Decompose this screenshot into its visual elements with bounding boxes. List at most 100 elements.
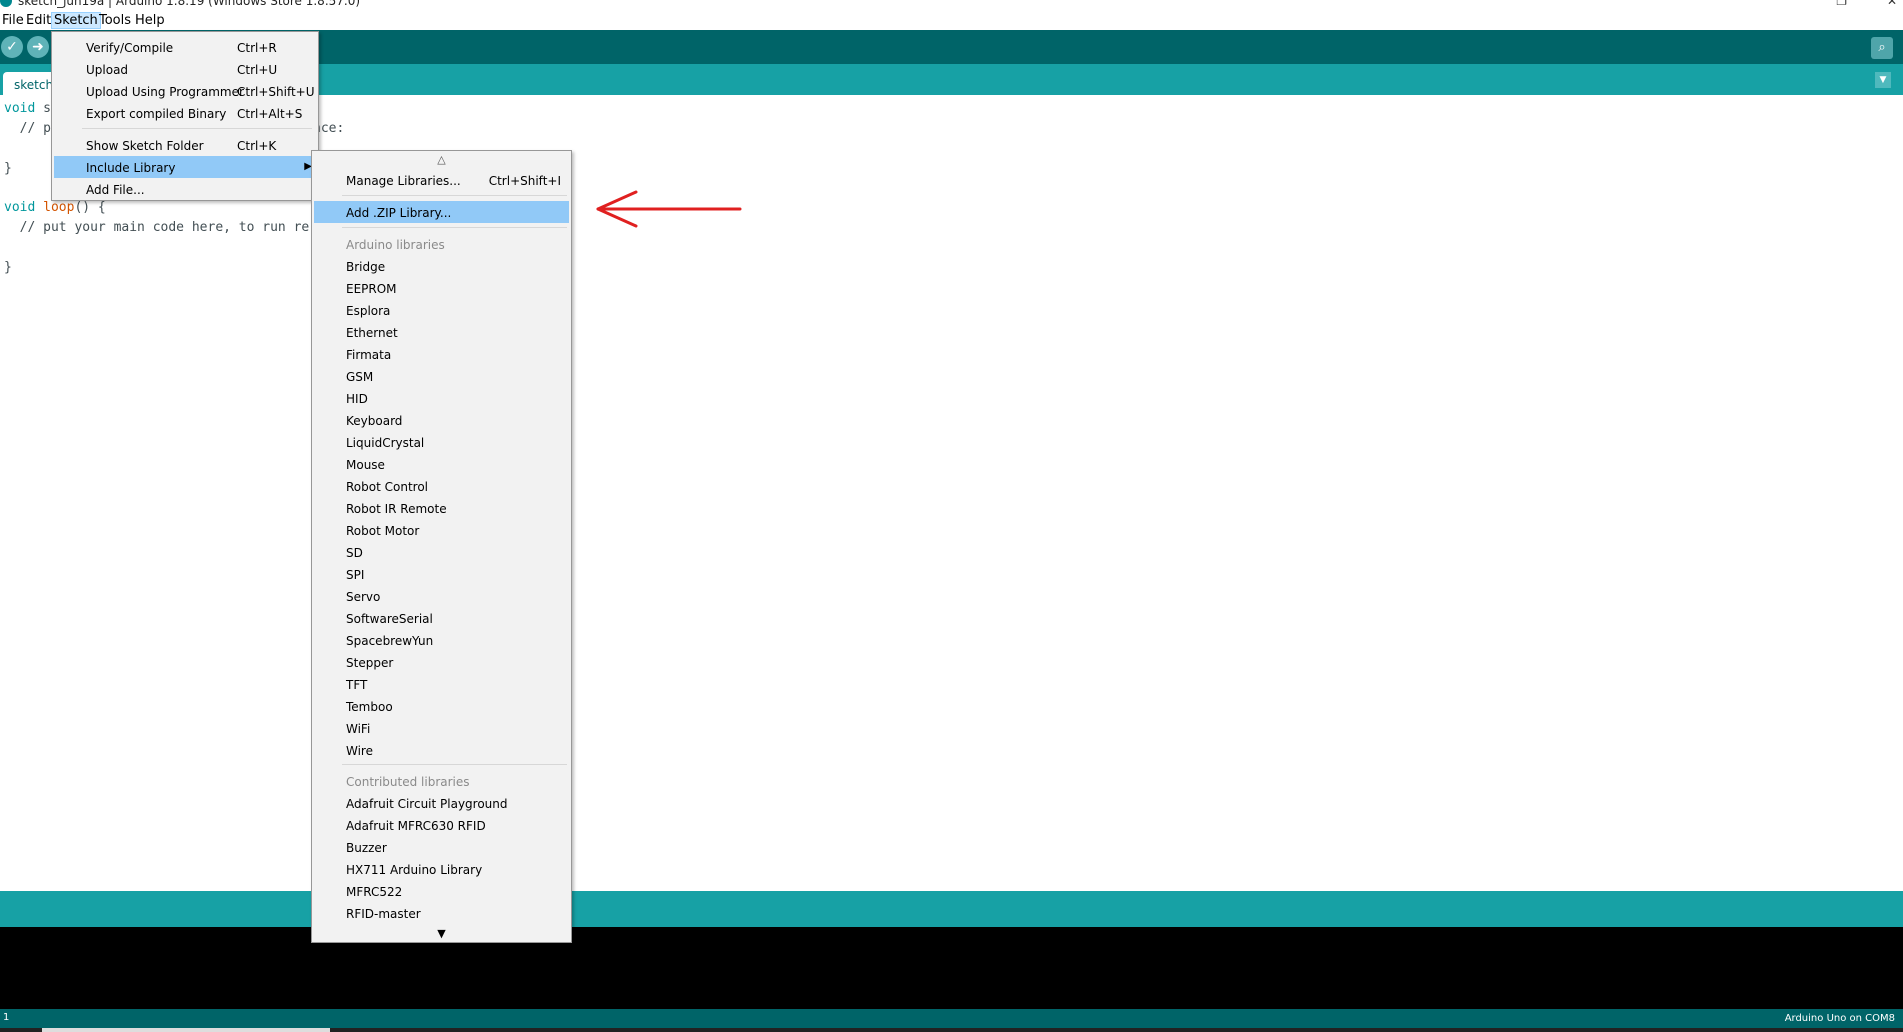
menu-item-library[interactable]: SoftwareSerial xyxy=(314,607,569,629)
menu-item-label: Bridge xyxy=(346,260,386,274)
menu-item-add-zip-library[interactable]: Add .ZIP Library... xyxy=(314,201,569,223)
menu-item-shortcut: Ctrl+Shift+I xyxy=(488,174,561,188)
code-editor[interactable]: void s // p nce: } void loop() { // put … xyxy=(0,96,1903,891)
menu-item-shortcut: Ctrl+Alt+S xyxy=(237,107,303,121)
menu-item-library[interactable]: SpacebrewYun xyxy=(314,629,569,651)
menu-item-library[interactable]: HX711 Arduino Library xyxy=(314,858,569,880)
menu-item-include-library[interactable]: Include Library ▶ xyxy=(54,156,316,178)
menu-item-library[interactable]: Bridge xyxy=(314,255,569,277)
arduino-libraries-header: Arduino libraries xyxy=(346,238,445,252)
include-library-submenu: △ Manage Libraries... Ctrl+Shift+I Add .… xyxy=(311,150,572,943)
menu-item-label: Add File... xyxy=(86,183,145,197)
menu-item-shortcut: Ctrl+U xyxy=(237,63,278,77)
menu-item-library[interactable]: Esplora xyxy=(314,299,569,321)
menu-item-label: Robot IR Remote xyxy=(346,502,447,516)
menu-item-library[interactable]: MFRC522 xyxy=(314,880,569,902)
code-line: // p xyxy=(4,121,51,136)
upload-icon[interactable]: ➜ xyxy=(27,36,49,58)
menu-item-library[interactable]: RFID-master xyxy=(314,902,569,924)
menu-item-label: Mouse xyxy=(346,458,385,472)
menu-item-shortcut: Ctrl+Shift+U xyxy=(237,85,315,99)
menu-item-library[interactable]: Adafruit Circuit Playground xyxy=(314,792,569,814)
menu-item-label: SD xyxy=(346,546,363,560)
menu-edit[interactable]: Edit xyxy=(24,13,53,28)
menu-item-library[interactable]: SD xyxy=(314,541,569,563)
menu-item-label: Buzzer xyxy=(346,841,387,855)
menu-file[interactable]: File xyxy=(0,13,26,28)
message-bar xyxy=(0,891,1903,927)
status-footer: 1 Arduino Uno on COM8 xyxy=(0,1009,1903,1028)
menu-item-library[interactable]: Firmata xyxy=(314,343,569,365)
menu-separator xyxy=(342,227,567,228)
menu-item-label: SoftwareSerial xyxy=(346,612,433,626)
menu-item-label: HX711 Arduino Library xyxy=(346,863,483,877)
close-icon[interactable]: ✕ xyxy=(1887,0,1897,8)
menu-help[interactable]: Help xyxy=(133,13,167,28)
menu-item-label: Wire xyxy=(346,744,373,758)
restore-icon[interactable]: ❐ xyxy=(1836,0,1847,8)
taskbar xyxy=(0,1028,1903,1032)
menu-item-label: SpacebrewYun xyxy=(346,634,434,648)
menu-item-library[interactable]: Mouse xyxy=(314,453,569,475)
menu-item-upload[interactable]: Upload Ctrl+U xyxy=(54,58,316,80)
menu-item-label: Stepper xyxy=(346,656,394,670)
board-port-label: Arduino Uno on COM8 xyxy=(1784,1013,1895,1024)
serial-monitor-icon[interactable]: ⌕ xyxy=(1871,37,1893,59)
code-line: } xyxy=(4,161,12,176)
menu-item-library[interactable]: Adafruit MFRC630 RFID xyxy=(314,814,569,836)
title-bar: sketch_jun19a | Arduino 1.8.19 (Windows … xyxy=(0,0,1903,10)
menu-item-shortcut: Ctrl+R xyxy=(237,41,277,55)
menu-separator xyxy=(342,195,567,196)
menu-item-library[interactable]: Wire xyxy=(314,739,569,761)
menu-item-library[interactable]: GSM xyxy=(314,365,569,387)
menu-item-library[interactable]: Robot Motor xyxy=(314,519,569,541)
menu-item-label: Add .ZIP Library... xyxy=(346,206,452,220)
scroll-down-icon[interactable]: ▼ xyxy=(312,927,571,940)
menu-item-library[interactable]: SPI xyxy=(314,563,569,585)
menu-item-library[interactable]: Buzzer xyxy=(314,836,569,858)
verify-icon[interactable]: ✓ xyxy=(1,36,23,58)
menu-tools[interactable]: Tools xyxy=(97,13,133,28)
menu-item-library[interactable]: TFT xyxy=(314,673,569,695)
menu-separator xyxy=(342,764,567,765)
menu-item-library[interactable]: Ethernet xyxy=(314,321,569,343)
menu-item-label: HID xyxy=(346,392,368,406)
menu-item-library[interactable]: Keyboard xyxy=(314,409,569,431)
menu-item-label: MFRC522 xyxy=(346,885,403,899)
menu-item-library[interactable]: Robot Control xyxy=(314,475,569,497)
menu-item-upload-using-programmer[interactable]: Upload Using Programmer Ctrl+Shift+U xyxy=(54,80,316,102)
window-title: sketch_jun19a | Arduino 1.8.19 (Windows … xyxy=(18,0,361,8)
menu-item-label: Adafruit MFRC630 RFID xyxy=(346,819,486,833)
scroll-up-icon[interactable]: △ xyxy=(312,153,571,166)
menu-item-label: GSM xyxy=(346,370,374,384)
menu-item-label: Ethernet xyxy=(346,326,398,340)
menu-item-verify-compile[interactable]: Verify/Compile Ctrl+R xyxy=(54,36,316,58)
menu-item-library[interactable]: HID xyxy=(314,387,569,409)
arduino-app-icon xyxy=(0,0,12,7)
menu-item-show-sketch-folder[interactable]: Show Sketch Folder Ctrl+K xyxy=(54,134,316,156)
menu-item-library[interactable]: Servo xyxy=(314,585,569,607)
menu-item-label: Include Library xyxy=(86,161,176,175)
console-output xyxy=(0,927,1903,1009)
menu-item-manage-libraries[interactable]: Manage Libraries... Ctrl+Shift+I xyxy=(314,169,569,191)
menu-item-library[interactable]: WiFi xyxy=(314,717,569,739)
menu-item-library[interactable]: LiquidCrystal xyxy=(314,431,569,453)
menu-item-library[interactable]: Stepper xyxy=(314,651,569,673)
menu-item-label: RFID-master xyxy=(346,907,421,921)
menu-item-label: Adafruit Circuit Playground xyxy=(346,797,508,811)
menu-item-label: Show Sketch Folder xyxy=(86,139,204,153)
menu-sketch[interactable]: Sketch xyxy=(51,12,101,29)
contributed-libraries-header: Contributed libraries xyxy=(346,775,470,789)
tab-menu-dropdown-icon[interactable]: ▼ xyxy=(1875,72,1891,88)
taskbar-item[interactable] xyxy=(42,1028,330,1032)
code-line: } xyxy=(4,260,12,275)
menu-item-library[interactable]: EEPROM xyxy=(314,277,569,299)
code-line: void loop() { xyxy=(4,200,106,215)
menu-item-library[interactable]: Robot IR Remote xyxy=(314,497,569,519)
menu-item-library[interactable]: Temboo xyxy=(314,695,569,717)
menu-item-label: Verify/Compile xyxy=(86,41,174,55)
menu-item-export-compiled-binary[interactable]: Export compiled Binary Ctrl+Alt+S xyxy=(54,102,316,124)
menu-item-label: Export compiled Binary xyxy=(86,107,227,121)
menu-item-label: Upload xyxy=(86,63,129,77)
menu-item-add-file[interactable]: Add File... xyxy=(54,178,316,200)
